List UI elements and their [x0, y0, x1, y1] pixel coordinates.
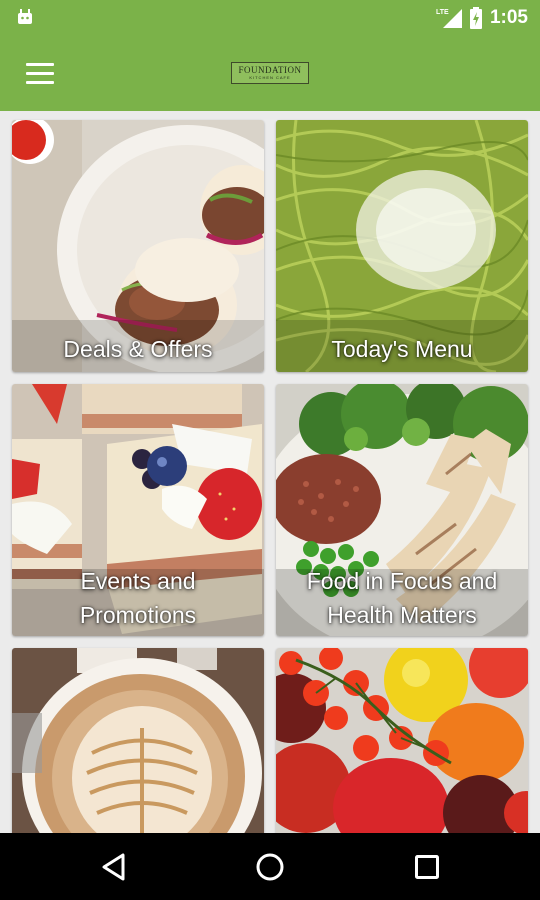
tile-label-line1: Events and: [80, 568, 196, 594]
tile-label-line1: Food in Focus and: [306, 568, 498, 594]
network-type: LTE: [436, 9, 449, 16]
category-grid: Deals & Offers Today's Menu Events and P…: [0, 111, 540, 833]
home-icon[interactable]: [240, 847, 300, 887]
tile-label-line2: Health Matters: [327, 602, 477, 628]
logo-name: FOUNDATION: [238, 65, 302, 75]
tile-latte[interactable]: [12, 648, 264, 833]
tile-label: Deals & Offers: [63, 336, 213, 362]
tile-label: Events and Promotions: [12, 564, 264, 632]
hamburger-menu-icon[interactable]: [18, 55, 62, 91]
logo-tagline: KITCHEN CAFE: [249, 75, 291, 80]
tile-events-promotions[interactable]: Events and Promotions: [12, 384, 264, 636]
clock: 1:05: [489, 7, 528, 28]
latte-art-photo: [12, 648, 264, 833]
tile-todays-menu[interactable]: Today's Menu: [276, 120, 528, 372]
tile-deals-offers[interactable]: Deals & Offers: [12, 120, 264, 372]
lte-signal-icon: LTE: [436, 9, 462, 28]
app-logo: FOUNDATION KITCHEN CAFE: [231, 62, 309, 84]
tile-label: Food in Focus and Health Matters: [276, 564, 528, 632]
recents-icon[interactable]: [397, 847, 457, 887]
tile-food-focus-health[interactable]: Food in Focus and Health Matters: [276, 384, 528, 636]
tile-tomatoes[interactable]: [276, 648, 528, 833]
app-bar: FOUNDATION KITCHEN CAFE: [0, 35, 540, 111]
back-icon[interactable]: [84, 847, 144, 887]
android-icon: [18, 9, 32, 24]
battery-charging-icon: [469, 7, 482, 29]
tomatoes-photo: [276, 648, 528, 833]
tile-label: Today's Menu: [331, 336, 473, 362]
system-nav-bar: [0, 833, 540, 900]
tile-label-line2: Promotions: [79, 602, 197, 628]
status-bar: LTE 1:05: [0, 0, 540, 35]
